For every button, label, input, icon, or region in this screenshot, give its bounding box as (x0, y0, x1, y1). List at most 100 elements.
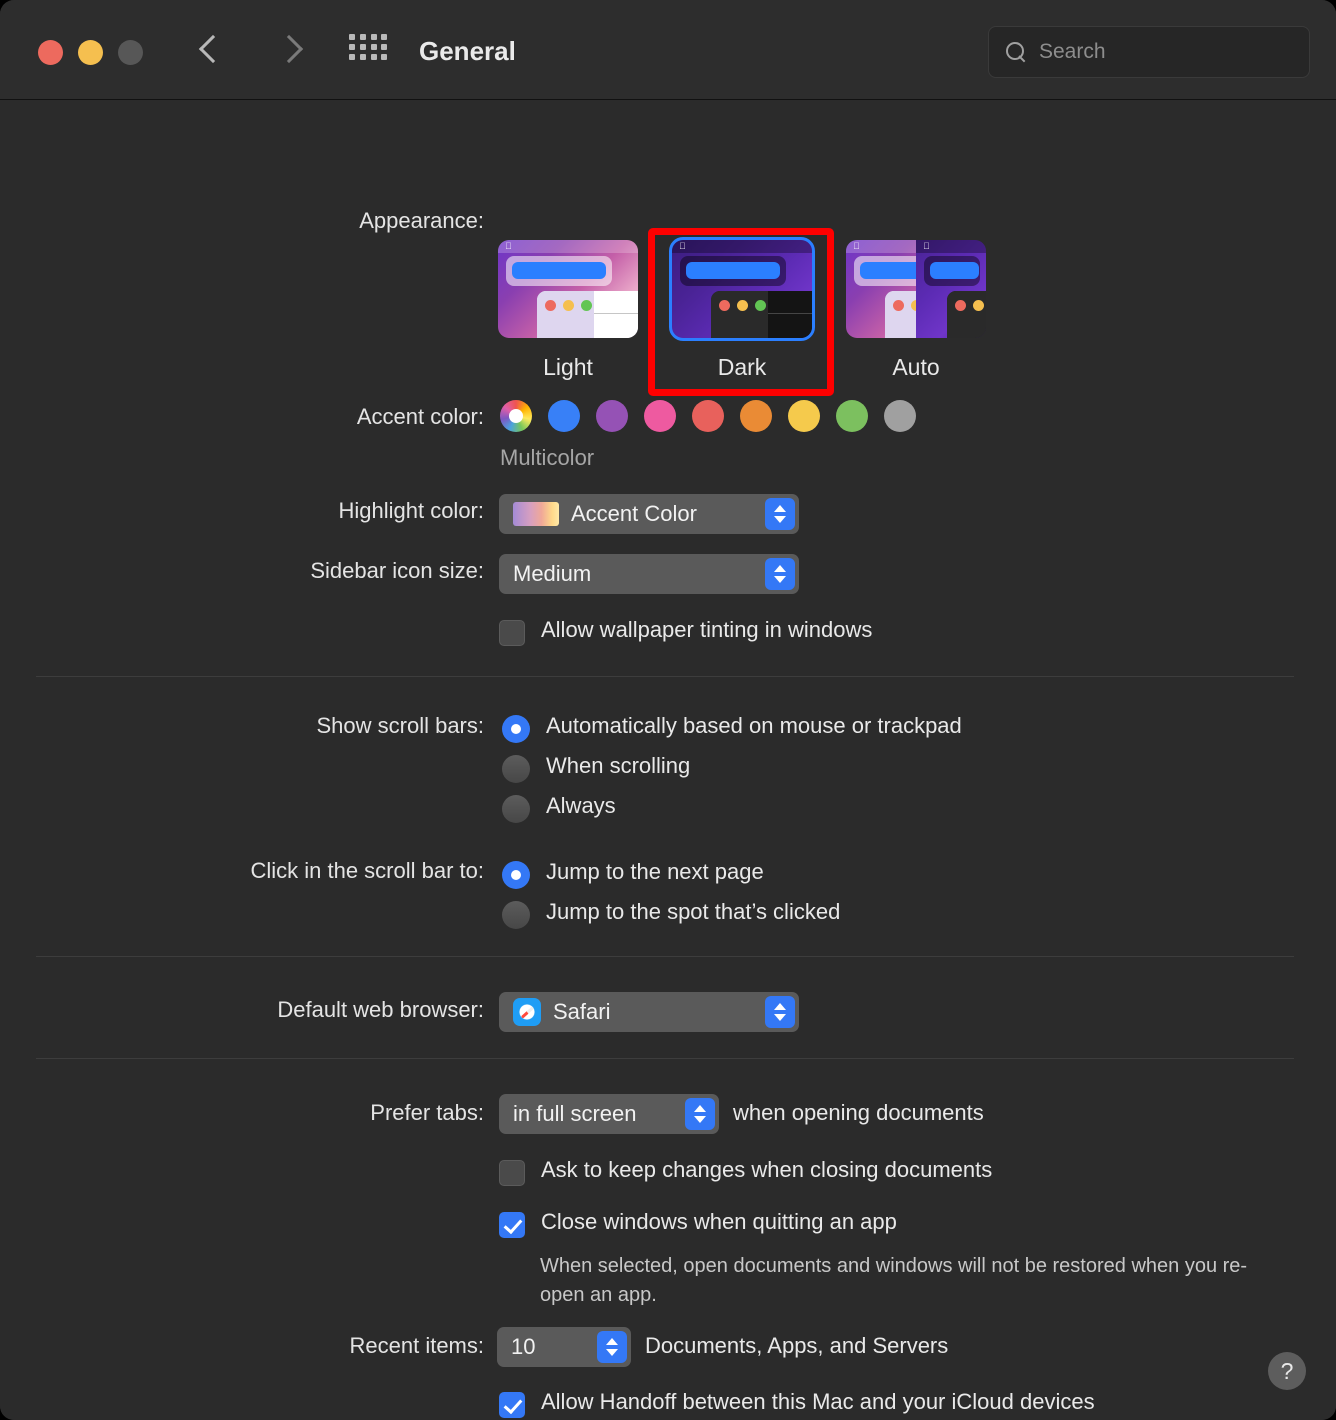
scroll-bar-click-option-label: Jump to the next page (546, 859, 764, 884)
default-web-browser-chevron-icon[interactable] (765, 996, 795, 1028)
section-divider (36, 1058, 1294, 1059)
accent-swatch-blue[interactable] (548, 400, 580, 432)
window-titlebar: General (0, 0, 1336, 100)
wallpaper-tinting-label: Allow wallpaper tinting in windows (541, 617, 873, 642)
scroll-bar-click-radio-spot-clicked[interactable] (502, 901, 530, 929)
appearance-thumbnail-light[interactable]:  (498, 240, 638, 338)
scroll-bars-radio-when-scrolling[interactable] (502, 755, 530, 783)
scroll-bars-option-label: When scrolling (546, 753, 691, 778)
accent-swatch-red[interactable] (692, 400, 724, 432)
highlight-color-label: Highlight color: (338, 498, 484, 523)
scroll-bar-click-radio-next-page[interactable] (502, 861, 530, 889)
traffic-lights (38, 40, 143, 65)
prefer-tabs-chevron-icon[interactable] (685, 1098, 715, 1130)
appearance-option-dark[interactable]:  Dark (669, 237, 815, 381)
accent-swatch-purple[interactable] (596, 400, 628, 432)
system-preferences-window: General Appearance:  (0, 0, 1336, 1420)
close-window-button[interactable] (38, 40, 63, 65)
scroll-bars-radio-automatic[interactable] (502, 715, 530, 743)
scroll-bar-click-option-next-page[interactable]: Jump to the next page (502, 859, 764, 889)
highlight-color-swatch (513, 502, 559, 526)
show-scroll-bars-label: Show scroll bars: (316, 713, 484, 738)
close-windows-row[interactable]: Close windows when quitting an app (499, 1209, 897, 1238)
appearance-option-label: Light (543, 354, 593, 380)
prefer-tabs-value: in full screen (513, 1101, 637, 1126)
scroll-bars-option-label: Always (546, 793, 616, 818)
scroll-bar-click-option-label: Jump to the spot that’s clicked (546, 899, 841, 924)
accent-swatch-yellow[interactable] (788, 400, 820, 432)
back-chevron-icon[interactable] (190, 28, 234, 72)
handoff-label: Allow Handoff between this Mac and your … (541, 1389, 1095, 1414)
safari-icon (513, 998, 541, 1026)
recent-items-popup[interactable]: 10 (497, 1327, 631, 1367)
scroll-bars-option-label: Automatically based on mouse or trackpad (546, 713, 962, 738)
prefer-tabs-suffix: when opening documents (733, 1100, 984, 1125)
apple-logo-icon:  (679, 242, 686, 251)
scroll-bars-option-always[interactable]: Always (502, 793, 616, 823)
appearance-options:  Light  (498, 237, 986, 381)
section-divider (36, 956, 1294, 957)
page-title: General (419, 36, 516, 66)
apple-logo-icon:  (923, 242, 930, 251)
scroll-bar-click-option-spot-clicked[interactable]: Jump to the spot that’s clicked (502, 899, 840, 929)
recent-items-value: 10 (511, 1334, 536, 1359)
prefer-tabs-popup[interactable]: in full screen (499, 1094, 719, 1134)
section-divider (36, 676, 1294, 677)
close-windows-description: When selected, open documents and window… (540, 1255, 1248, 1306)
sidebar-icon-size-value: Medium (513, 561, 592, 586)
help-button[interactable]: ? (1268, 1352, 1306, 1390)
appearance-thumbnail-auto[interactable]:   (846, 240, 986, 338)
appearance-option-label: Auto (892, 354, 940, 380)
handoff-checkbox[interactable] (499, 1392, 525, 1418)
forward-chevron-icon[interactable] (270, 28, 314, 72)
apple-logo-icon:  (505, 242, 512, 251)
minimize-window-button[interactable] (78, 40, 103, 65)
search-field[interactable] (988, 26, 1310, 78)
appearance-thumbnail-dark[interactable]:  (669, 237, 815, 341)
accent-color-selected-name: Multicolor (500, 445, 595, 470)
ask-keep-changes-label: Ask to keep changes when closing documen… (541, 1157, 993, 1182)
default-web-browser-label: Default web browser: (277, 997, 484, 1022)
scroll-bar-click-label: Click in the scroll bar to: (250, 858, 484, 883)
sidebar-icon-size-label: Sidebar icon size: (310, 558, 484, 583)
wallpaper-tinting-row[interactable]: Allow wallpaper tinting in windows (499, 617, 872, 646)
close-windows-label: Close windows when quitting an app (541, 1209, 897, 1234)
accent-swatch-green[interactable] (836, 400, 868, 432)
ask-keep-changes-checkbox[interactable] (499, 1160, 525, 1186)
recent-items-label: Recent items: (349, 1333, 485, 1358)
sidebar-icon-size-popup[interactable]: Medium (499, 554, 799, 594)
prefer-tabs-label: Prefer tabs: (370, 1100, 484, 1125)
default-web-browser-popup[interactable]: Safari (499, 992, 799, 1032)
accent-color-swatches (500, 400, 916, 432)
accent-color-label: Accent color: (356, 404, 484, 429)
scroll-bars-option-when-scrolling[interactable]: When scrolling (502, 753, 690, 783)
scroll-bars-radio-always[interactable] (502, 795, 530, 823)
accent-swatch-graphite[interactable] (884, 400, 916, 432)
handoff-row[interactable]: Allow Handoff between this Mac and your … (499, 1389, 1095, 1418)
appearance-label: Appearance: (359, 208, 484, 233)
apple-logo-icon:  (853, 242, 860, 251)
default-web-browser-value: Safari (553, 999, 611, 1024)
show-all-grid-icon[interactable] (349, 34, 389, 70)
appearance-option-label: Dark (717, 354, 767, 380)
preferences-content: Appearance:  Light (0, 100, 1336, 1420)
accent-swatch-multicolor[interactable] (500, 400, 532, 432)
search-icon (1005, 41, 1027, 63)
search-input[interactable] (1039, 40, 1289, 64)
scroll-bars-option-automatic[interactable]: Automatically based on mouse or trackpad (502, 713, 962, 743)
highlight-color-value: Accent Color (571, 501, 697, 526)
close-windows-checkbox[interactable] (499, 1212, 525, 1238)
appearance-option-auto[interactable]:   (846, 240, 986, 381)
recent-items-chevron-icon[interactable] (597, 1331, 627, 1363)
zoom-window-button[interactable] (118, 40, 143, 65)
wallpaper-tinting-checkbox[interactable] (499, 620, 525, 646)
ask-keep-changes-row[interactable]: Ask to keep changes when closing documen… (499, 1157, 992, 1186)
recent-items-suffix: Documents, Apps, and Servers (645, 1333, 949, 1358)
highlight-color-popup[interactable]: Accent Color (499, 494, 799, 534)
highlight-color-chevron-icon[interactable] (765, 498, 795, 530)
accent-swatch-pink[interactable] (644, 400, 676, 432)
appearance-option-light[interactable]:  Light (498, 240, 638, 381)
sidebar-icon-size-chevron-icon[interactable] (765, 558, 795, 590)
accent-swatch-orange[interactable] (740, 400, 772, 432)
navigation-arrows (190, 28, 314, 72)
